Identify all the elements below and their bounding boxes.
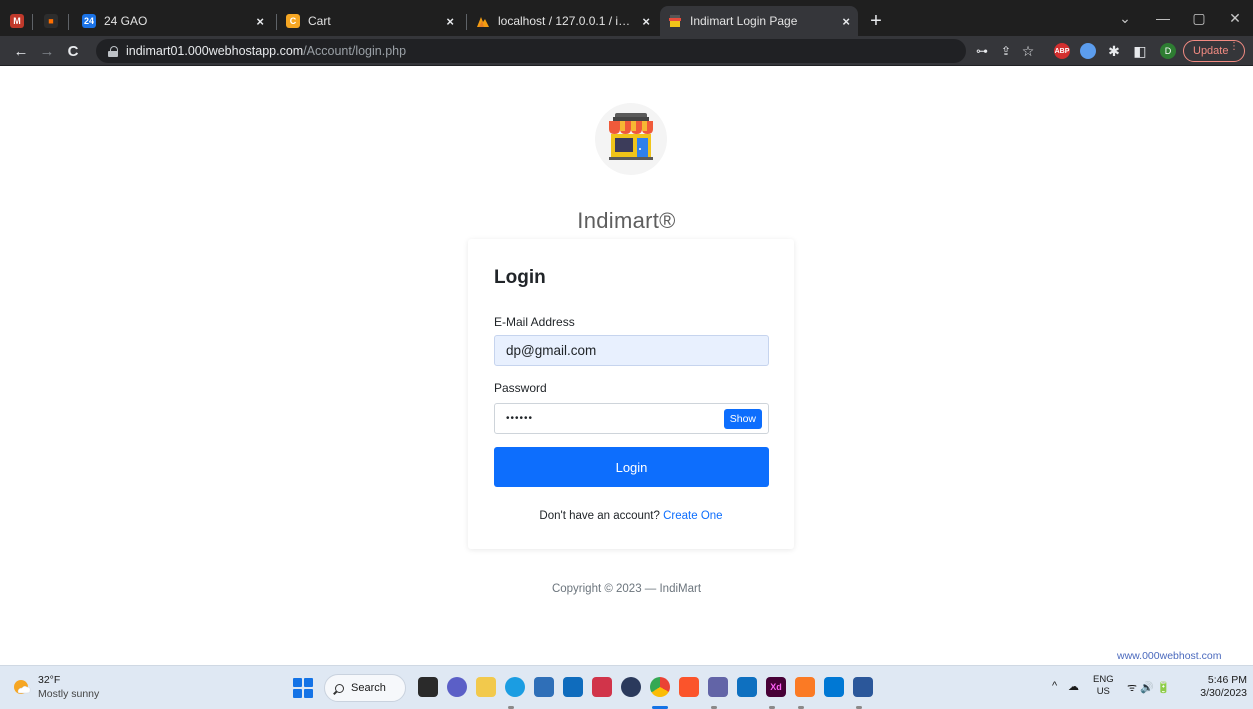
tab-gao[interactable]: 24 24 GAO × [74,6,272,36]
minimize-button[interactable]: — [1148,6,1178,30]
login-button[interactable]: Login [494,447,769,487]
teamviewer-icon[interactable] [737,677,757,697]
tray-overflow-chevron-icon[interactable]: ^ [1052,680,1057,692]
tab-title: Cart [308,14,331,28]
xampp-icon[interactable] [795,677,815,697]
maximize-button[interactable]: ▢ [1184,6,1214,30]
close-window-button[interactable]: ✕ [1220,6,1250,30]
tab-pinned-2[interactable]: ■ [36,6,66,36]
email-field[interactable]: dp@gmail.com [494,335,769,366]
browser-tab-strip: M ■ 24 24 GAO × C Cart × localhost / 127… [0,0,1253,36]
show-password-button[interactable]: Show [723,409,762,429]
windows-taskbar: 32°F Mostly sunny Search Xd ^ ☁ ENG US ᯤ… [0,665,1253,709]
app-shield-icon[interactable] [592,677,612,697]
weather-sun-icon[interactable] [12,677,32,697]
tab-title: localhost / 127.0.0.1 / indimart / [498,14,636,28]
address-bar[interactable]: indimart01.000webhostapp.com/Account/log… [96,39,966,63]
email-label: E-Mail Address [494,315,575,329]
back-button[interactable]: ← [10,40,32,62]
lang-line1: ENG [1093,674,1114,685]
search-icon [335,683,344,693]
clock-time: 5:46 PM [1207,674,1247,686]
copyright-text: Copyright © 2023 — IndiMart [551,583,702,595]
language-indicator[interactable]: ENG US [1093,674,1114,698]
tab-close-icon[interactable]: × [642,14,650,29]
clock[interactable]: 5:46 PM 3/30/2023 [1195,674,1247,700]
weather-temp[interactable]: 32°F [38,674,60,686]
forward-button[interactable]: → [36,40,58,62]
tab-separator [32,14,33,30]
tab-phpmyadmin[interactable]: localhost / 127.0.0.1 / indimart / × [468,6,658,36]
word-icon[interactable] [853,677,873,697]
password-field[interactable]: •••••• Show [494,403,769,434]
chat-icon[interactable] [447,677,467,697]
browser-toolbar: ← → C indimart01.000webhostapp.com/Accou… [0,36,1253,66]
extensions-puzzle-icon[interactable]: ✱ [1106,43,1122,59]
tab-title: Indimart Login Page [690,14,798,28]
lock-icon[interactable] [108,45,118,57]
chrome-icon[interactable] [650,677,670,697]
teams-icon[interactable] [708,677,728,697]
tab-close-icon[interactable]: × [842,14,850,29]
clock-date: 3/30/2023 [1200,687,1247,699]
start-windows-icon[interactable] [293,678,313,698]
pinned-tab-favicon-icon: M [10,14,24,28]
url-path: /Account/login.php [303,44,407,58]
signup-prompt-text: Don't have an account? [539,510,660,522]
tab-close-icon[interactable]: × [446,14,454,29]
gao-favicon-icon: 24 [82,14,96,28]
tab-separator [466,14,467,30]
signup-prompt: Don't have an account? Create One [468,510,794,522]
adblock-plus-icon[interactable]: ABP [1054,43,1070,59]
brave-icon[interactable] [679,677,699,697]
extension-icon[interactable] [1080,43,1096,59]
indimart-favicon-icon [668,14,682,28]
store-logo-icon [609,113,653,160]
tab-separator [276,14,277,30]
page-content: Indimart® Login E-Mail Address dp@gmail.… [0,67,1253,665]
wifi-volume-battery-icons[interactable]: ᯤ 🔊 🔋 [1127,680,1171,695]
cart-favicon-icon: C [286,14,300,28]
file-explorer-icon[interactable] [476,677,496,697]
app-disc-icon[interactable] [621,677,641,697]
webhost-watermark[interactable]: www.000webhost.com [1117,650,1221,662]
tab-indimart-login[interactable]: Indimart Login Page × [660,6,858,36]
weather-desc[interactable]: Mostly sunny [38,688,99,700]
url-host: indimart01.000webhostapp.com [126,44,304,58]
lang-line2: US [1096,686,1110,697]
create-account-link[interactable]: Create One [663,510,722,522]
indimart-logo [595,103,667,175]
share-icon[interactable]: ⇪ [998,43,1014,59]
menu-dots-icon[interactable]: ⋮ [1229,42,1239,52]
password-value: •••••• [506,413,534,424]
tab-title: 24 GAO [104,14,148,28]
login-card: Login E-Mail Address dp@gmail.com Passwo… [468,239,794,549]
new-tab-button[interactable]: + [864,9,888,33]
update-label: Update [1193,45,1229,57]
edge-icon[interactable] [505,677,525,697]
store-icon[interactable] [534,677,554,697]
tab-search-chevron-icon[interactable]: ⌄ [1110,6,1140,30]
outlook-icon[interactable] [563,677,583,697]
phpmyadmin-favicon-icon [476,14,490,28]
tab-cart[interactable]: C Cart × [278,6,462,36]
side-panel-icon[interactable]: ◧ [1132,43,1148,59]
vscode-icon[interactable] [824,677,844,697]
search-label: Search [351,682,386,694]
login-title: Login [494,267,546,288]
tray-weather-icon[interactable]: ☁ [1068,680,1079,693]
tab-separator [68,14,69,30]
bookmark-star-icon[interactable]: ☆ [1020,43,1036,59]
adobe-xd-icon[interactable]: Xd [766,677,786,697]
brand-name: Indimart® [577,208,676,233]
reload-button[interactable]: C [62,40,84,62]
profile-avatar[interactable]: D [1160,43,1176,59]
password-key-icon[interactable]: ⊶ [974,43,990,59]
task-view-icon[interactable] [418,677,438,697]
password-label: Password [494,381,547,395]
update-button[interactable]: Update ⋮ [1183,40,1245,62]
pinned-tab-2-favicon-icon: ■ [44,14,58,28]
tab-close-icon[interactable]: × [256,14,264,29]
taskbar-search[interactable]: Search [324,674,406,702]
